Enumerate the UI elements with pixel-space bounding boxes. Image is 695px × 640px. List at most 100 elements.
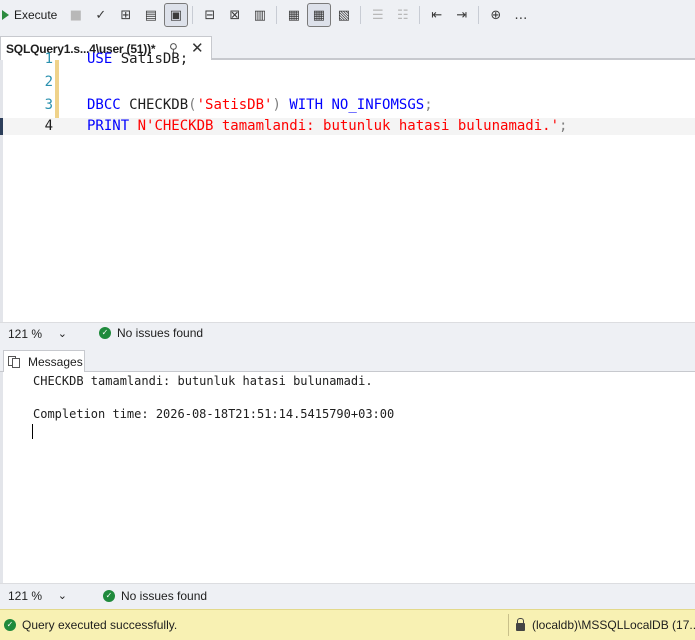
more-icon: …: [514, 7, 528, 23]
messages-left-margin: [0, 372, 3, 583]
client-statistics-button[interactable]: ▥: [248, 3, 272, 27]
messages-tab-label: Messages: [28, 354, 83, 369]
client-stats-icon: ▥: [253, 7, 266, 23]
success-check-icon: ✓: [4, 619, 16, 631]
results-to-file-icon: ▧: [337, 7, 350, 23]
string-literal: 'SatisDB': [196, 97, 273, 113]
execution-message: Query executed successfully.: [22, 618, 178, 632]
punctuation: ;: [559, 118, 568, 134]
editor-status-bar: 121 % ⌄ ✓ No issues found: [0, 322, 695, 344]
toolbar-separator: [276, 6, 278, 24]
zoom-dropdown[interactable]: 121 % ⌄: [2, 325, 74, 343]
zoom-value: 121 %: [8, 589, 43, 603]
zoom-dropdown[interactable]: 121 % ⌄: [2, 587, 74, 605]
ssms-query-window: Execute ■ ✓ ⊞ ▤ ▣ ⊟ ⊠ ▥ ▦ ▦ ▧ ☰ ☷ ⇤ ⇥ ⊕ …: [0, 0, 695, 640]
tab-messages[interactable]: Messages: [3, 350, 85, 372]
results-to-file-button[interactable]: ▧: [332, 3, 356, 27]
status-divider: [508, 614, 509, 636]
stop-icon: ■: [69, 7, 82, 23]
string-literal: N'CHECKDB tamamlandi: butunluk hatasi bu…: [129, 118, 560, 134]
keyword: USE: [87, 51, 113, 67]
identifier: CHECKDB: [120, 97, 189, 113]
execution-result: ✓ Query executed successfully.: [4, 618, 177, 632]
execute-button[interactable]: Execute: [2, 3, 63, 27]
decrease-indent-button[interactable]: ⇤: [425, 3, 449, 27]
parse-check-icon: ✓: [95, 7, 107, 23]
toolbar-separator: [478, 6, 480, 24]
line-number: 2: [44, 74, 53, 90]
text-caret: [32, 424, 33, 439]
specify-values-icon: ⊕: [490, 7, 502, 23]
issues-indicator[interactable]: ✓ No issues found: [103, 589, 207, 603]
include-actual-plan-button[interactable]: ⊟: [198, 3, 222, 27]
results-to-text-icon: ▦: [287, 7, 300, 23]
query-designer-button[interactable]: ▤: [139, 3, 163, 27]
include-plan-icon: ⊟: [204, 7, 216, 23]
code-line-3[interactable]: 3 DBCC CHECKDB('SatisDB') WITH NO_INFOMS…: [0, 97, 695, 114]
issues-indicator[interactable]: ✓ No issues found: [99, 326, 203, 340]
results-status-bar: 121 % ⌄ ✓ No issues found: [0, 583, 695, 609]
specify-template-values-button[interactable]: ⊕: [484, 3, 508, 27]
completion-time-line: Completion time: 2026-08-18T21:51:14.541…: [33, 407, 395, 421]
parse-button[interactable]: ✓: [89, 3, 113, 27]
results-tab-strip: Messages: [0, 345, 695, 372]
keyword: WITH: [280, 97, 324, 113]
execute-label: Execute: [14, 8, 58, 22]
uncomment-button[interactable]: ☷: [391, 3, 415, 27]
line-number: 1: [44, 51, 53, 67]
more-options-button[interactable]: …: [509, 3, 533, 27]
live-query-stats-button[interactable]: ⊠: [223, 3, 247, 27]
code-line-2[interactable]: 2: [0, 74, 695, 91]
messages-icon: [8, 355, 22, 368]
keyword: DBCC: [87, 97, 121, 113]
toolbar-separator: [192, 6, 194, 24]
issues-text: No issues found: [121, 589, 208, 603]
query-execution-status-bar: ✓ Query executed successfully. (localdb)…: [0, 609, 695, 640]
query-plan-icon: ⊞: [120, 7, 132, 23]
punctuation: ;: [424, 97, 433, 113]
comment-button[interactable]: ☰: [366, 3, 390, 27]
results-to-text-button[interactable]: ▦: [282, 3, 306, 27]
success-check-icon: ✓: [103, 590, 115, 602]
issues-text: No issues found: [117, 326, 204, 340]
increase-indent-button[interactable]: ⇥: [450, 3, 474, 27]
display-estimated-plan-button[interactable]: ⊞: [114, 3, 138, 27]
zoom-value: 121 %: [8, 327, 43, 341]
line-number: 4: [44, 118, 53, 134]
code-text: USE SatisDB;: [87, 51, 188, 68]
results-grid-button[interactable]: ▣: [163, 3, 188, 27]
line-number: 3: [44, 97, 53, 113]
chevron-down-icon: ⌄: [57, 327, 67, 340]
results-to-grid-icon: ▦: [312, 7, 325, 23]
comment-icon: ☰: [372, 7, 384, 23]
query-toolbar: Execute ■ ✓ ⊞ ▤ ▣ ⊟ ⊠ ▥ ▦ ▦ ▧ ☰ ☷ ⇤ ⇥ ⊕ …: [0, 0, 695, 30]
chevron-down-icon: ⌄: [57, 589, 67, 602]
code-line-4[interactable]: 4 PRINT N'CHECKDB tamamlandi: butunluk h…: [0, 118, 695, 135]
connection-info[interactable]: (localdb)\MSSQLLocalDB (17...: [516, 617, 695, 632]
toolbar-separator: [419, 6, 421, 24]
outdent-icon: ⇤: [431, 7, 443, 23]
code-line-1[interactable]: 1 USE SatisDB;: [0, 51, 695, 68]
code-text: PRINT N'CHECKDB tamamlandi: butunluk hat…: [87, 118, 567, 135]
stop-button[interactable]: ■: [64, 3, 88, 27]
query-designer-icon: ▤: [144, 7, 157, 23]
indent-icon: ⇥: [456, 7, 468, 23]
punctuation: (: [188, 97, 197, 113]
toolbar-separator: [360, 6, 362, 24]
connection-text: (localdb)\MSSQLLocalDB (17...: [532, 618, 695, 632]
message-line: CHECKDB tamamlandi: butunluk hatasi bulu…: [33, 374, 373, 388]
code-editor[interactable]: 1 USE SatisDB; 2 3 DBCC CHECKDB('SatisDB…: [0, 51, 695, 322]
messages-pane[interactable]: CHECKDB tamamlandi: butunluk hatasi bulu…: [0, 372, 695, 583]
live-stats-icon: ⊠: [229, 7, 241, 23]
keyword: PRINT: [87, 118, 130, 134]
current-line-marker: [0, 118, 3, 135]
lock-icon: [516, 617, 525, 631]
results-to-grid-button[interactable]: ▦: [306, 3, 331, 27]
results-grid-icon: ▣: [169, 7, 182, 23]
punctuation: ): [272, 97, 281, 113]
success-check-icon: ✓: [99, 327, 111, 339]
code-text: DBCC CHECKDB('SatisDB') WITH NO_INFOMSGS…: [87, 97, 433, 114]
keyword: NO_INFOMSGS: [323, 97, 425, 113]
identifier: SatisDB;: [112, 51, 189, 67]
uncomment-icon: ☷: [397, 7, 409, 23]
